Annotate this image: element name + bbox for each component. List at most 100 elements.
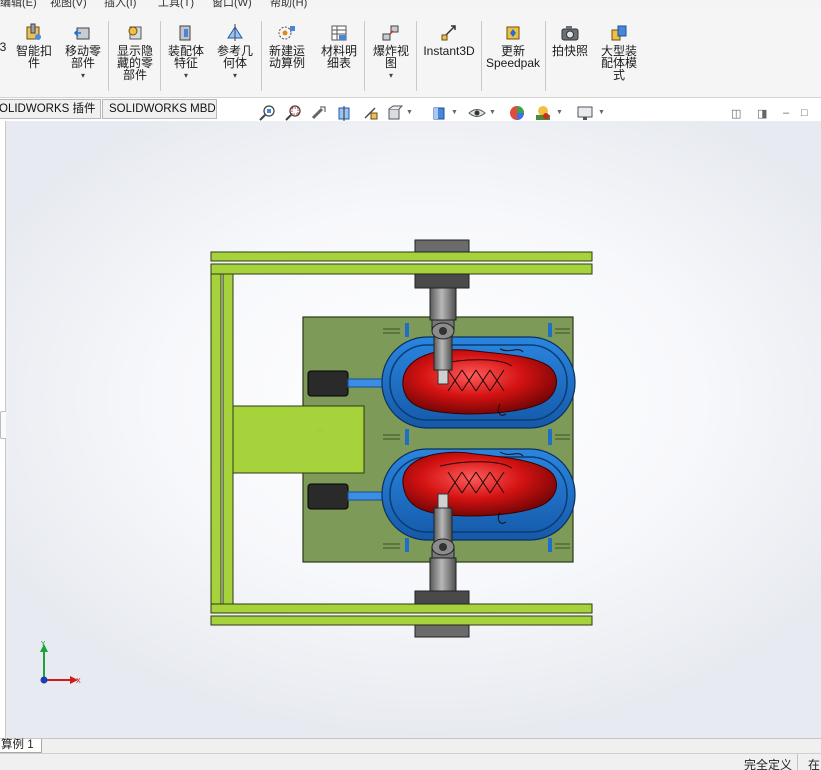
bottom-cylinder-mount[interactable]: [414, 624, 470, 638]
maximize-icon[interactable]: □: [801, 107, 808, 119]
large-assembly-icon: [609, 23, 629, 43]
dropdown-arrow-icon[interactable]: ▾: [368, 70, 414, 82]
reference-geometry-button[interactable]: 参考几 何体 ▾: [212, 23, 258, 82]
edit-appearance-icon[interactable]: [508, 104, 526, 122]
top-cylinder-flange: [414, 273, 470, 289]
show-hidden-icon: [125, 23, 145, 43]
dropdown-arrow-icon[interactable]: ▾: [163, 70, 209, 82]
ribbon-label: 拍快照: [551, 44, 588, 58]
ribbon-label: 爆炸视 图: [372, 44, 409, 70]
triad-y-label: Y: [40, 640, 46, 648]
dropdown-arrow-icon[interactable]: ▾: [212, 70, 258, 82]
ribbon-separator: [545, 21, 546, 91]
bom-button[interactable]: 材料明 细表: [316, 23, 362, 69]
ribbon-label: 更新 Speedpak: [485, 44, 541, 70]
menu-bar: 编辑(E) 视图(V) 插入(I) 工具(T) 窗口(W) 帮助(H): [0, 0, 821, 9]
status-separator: [797, 754, 798, 770]
new-motion-study-button[interactable]: 新建运 动算例: [264, 23, 310, 69]
apply-scene-icon[interactable]: [534, 104, 552, 122]
ribbon-label: 材料明 细表: [320, 44, 357, 70]
bottom-cylinder-flange: [414, 590, 470, 605]
ribbon-label: 3: [0, 40, 7, 54]
dropdown-arrow-icon[interactable]: ▾: [60, 70, 106, 82]
move-component-icon: [73, 23, 93, 43]
menu-insert[interactable]: 插入(I): [104, 0, 136, 9]
ribbon-separator: [364, 21, 365, 91]
press-cylinder-top[interactable]: [429, 287, 457, 385]
chevron-down-icon[interactable]: ▼: [556, 109, 563, 116]
frame-bottom-rail[interactable]: [210, 603, 593, 626]
assembly-feature-button[interactable]: 装配体 特征 ▾: [163, 23, 209, 82]
instant3d-icon: [439, 23, 459, 43]
status-editing: 在: [808, 758, 821, 770]
menu-view[interactable]: 视图(V): [50, 0, 87, 9]
hide-show-icon[interactable]: [468, 104, 486, 122]
command-tabs: OLIDWORKS 插件 SOLIDWORKS MBD: [0, 99, 230, 119]
tab-solidworks-addins[interactable]: OLIDWORKS 插件: [0, 99, 101, 119]
snapshot-icon: [560, 23, 580, 43]
ribbon-label: 移动零 部件: [64, 44, 101, 70]
speedpak-icon: [503, 23, 523, 43]
exploded-view-button[interactable]: 爆炸视 图 ▾: [368, 23, 414, 82]
tab-solidworks-mbd[interactable]: SOLIDWORKS MBD: [102, 99, 217, 119]
ribbon-label: 显示隐 藏的零 部件: [116, 44, 153, 82]
reference-geometry-icon: [225, 23, 245, 43]
view-settings-icon[interactable]: [576, 104, 594, 122]
coordinate-triad: Y X: [40, 640, 81, 685]
previous-view-icon[interactable]: [310, 104, 328, 122]
menu-help[interactable]: 帮助(H): [270, 0, 307, 9]
display-style-icon[interactable]: [430, 104, 448, 122]
menu-tools[interactable]: 工具(T): [158, 0, 194, 9]
top-cylinder-mount[interactable]: [414, 239, 470, 253]
chevron-down-icon[interactable]: ▼: [451, 109, 458, 116]
chevron-down-icon[interactable]: ▼: [598, 109, 605, 116]
zoom-to-fit-icon[interactable]: [258, 104, 276, 122]
view-orientation-icon[interactable]: [386, 104, 404, 122]
motion-study-tabbar: 算例 1: [0, 738, 821, 753]
zoom-area-icon[interactable]: [284, 104, 302, 122]
frame-top-rail[interactable]: [210, 251, 593, 275]
menu-window[interactable]: 窗口(W): [212, 0, 252, 9]
restore-pane-icon[interactable]: ◫: [731, 107, 741, 120]
instant3d-button[interactable]: Instant3D: [420, 23, 478, 57]
ribbon-separator: [261, 21, 262, 91]
split-pane-icon[interactable]: ◨: [757, 107, 767, 120]
show-hidden-button[interactable]: 显示隐 藏的零 部件: [112, 23, 158, 81]
exploded-view-icon: [381, 23, 401, 43]
smart-fastener-button[interactable]: 智能扣 件: [12, 23, 56, 69]
ribbon-label: 新建运 动算例: [268, 44, 305, 70]
slide-block[interactable]: [232, 405, 365, 474]
command-manager: 3 智能扣 件 移动零 部件 ▾ 显示隐 藏的零 部件 装配体 特征 ▾ 参考几…: [0, 9, 821, 98]
assembly-model[interactable]: · ·: [200, 236, 600, 642]
menu-edit[interactable]: 编辑(E): [0, 0, 37, 9]
tab-motion-study-1[interactable]: 算例 1: [0, 739, 42, 753]
press-cylinder-bottom[interactable]: [429, 493, 457, 592]
ribbon-button-partial[interactable]: 3: [0, 41, 8, 53]
viewport-window-controls: ◫ ◨ – □: [731, 107, 811, 123]
status-bar: 完全定义 在: [0, 753, 821, 770]
frame-left-post[interactable]: [210, 273, 234, 605]
smart-fastener-icon: [24, 23, 44, 43]
update-speedpak-button[interactable]: 更新 Speedpak: [484, 23, 542, 69]
ribbon-label: 装配体 特征: [167, 44, 204, 70]
motion-study-icon: [277, 23, 297, 43]
ribbon-label: 参考几 何体: [216, 44, 253, 70]
ribbon-label: 智能扣 件: [15, 44, 52, 70]
ribbon-label: 大型装 配体模 式: [600, 44, 637, 82]
section-view-icon[interactable]: [336, 104, 354, 122]
minimize-icon[interactable]: –: [783, 107, 789, 119]
large-assembly-mode-button[interactable]: 大型装 配体模 式: [596, 23, 642, 81]
svg-text:· ·: · ·: [318, 428, 322, 433]
assembly-feature-icon: [176, 23, 196, 43]
ribbon-separator: [481, 21, 482, 91]
ribbon-label: Instant3D: [423, 44, 475, 58]
chevron-down-icon[interactable]: ▼: [489, 109, 496, 116]
move-component-button[interactable]: 移动零 部件 ▾: [60, 23, 106, 82]
ribbon-separator: [108, 21, 109, 91]
status-definition: 完全定义: [744, 758, 793, 770]
triad-x-label: X: [76, 677, 81, 685]
snapshot-button[interactable]: 拍快照: [548, 23, 592, 57]
heads-up-view-toolbar: ▼ ▼ ▼ ▼ ▼: [258, 104, 618, 126]
dynamic-annotation-icon[interactable]: [362, 104, 380, 122]
chevron-down-icon[interactable]: ▼: [406, 109, 413, 116]
